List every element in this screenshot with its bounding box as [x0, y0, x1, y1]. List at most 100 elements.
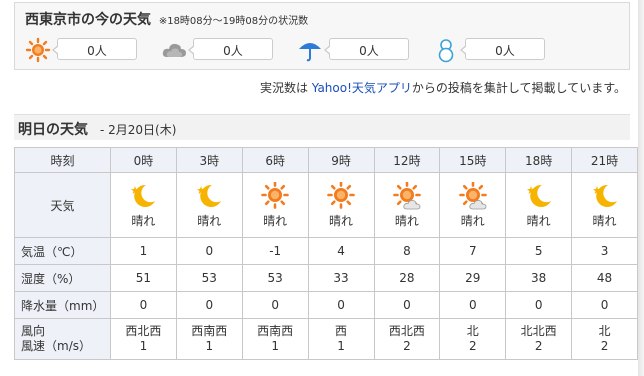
sun-icon — [25, 37, 51, 63]
weather-cell: 晴れ — [439, 172, 507, 238]
weather-label: 晴れ — [329, 213, 354, 228]
wind-speed: 1 — [337, 339, 345, 353]
wind-cell: 西南西 1 — [175, 318, 243, 360]
humidity-cell: 53 — [175, 264, 243, 292]
precip-row: 降水量（mm） 00000000 — [14, 291, 638, 319]
report-count: 0人 — [495, 44, 515, 58]
precip-cell: 0 — [307, 291, 375, 319]
humidity-cell: 33 — [307, 264, 375, 292]
wind-speed: 1 — [205, 339, 214, 353]
current-report-note: ※18時08分～19時08分の状況数 — [158, 16, 309, 27]
report-count: 0人 — [223, 44, 243, 58]
current-report-box: 西東京市の今の天気 ※18時08分～19時08分の状況数 0人 0人 0人 0人 — [14, 2, 630, 70]
tomorrow-date: - 2月20日(木) — [100, 123, 177, 137]
wind-cell: 北北西 2 — [505, 318, 573, 360]
wind-direction: 西 — [335, 324, 348, 338]
temp-cell: 0 — [175, 237, 243, 265]
wind-cell: 西北西 2 — [373, 318, 441, 360]
weather-label: 晴れ — [394, 213, 419, 228]
hour-cell: 3時 — [175, 147, 243, 173]
precip-cell: 0 — [110, 291, 177, 319]
hour-cell: 15時 — [439, 147, 507, 173]
wind-direction: 西南西 — [257, 324, 294, 338]
weather-cell: 晴れ — [241, 172, 309, 238]
row-label-wind: 風向 風速（m/s） — [14, 318, 111, 360]
moon-icon — [592, 184, 617, 207]
weather-cell: 晴れ — [373, 172, 441, 238]
humidity-cell: 38 — [505, 264, 573, 292]
hour-cell: 21時 — [571, 147, 638, 173]
time-row: 時刻 0時 3時 6時 9時 12時 15時 18時 21時 — [14, 147, 638, 173]
page-edge-shadow — [638, 0, 644, 376]
report-count-bubble: 0人 — [324, 38, 409, 60]
tomorrow-title: 明日の天気 — [18, 122, 88, 138]
humidity-cell: 48 — [571, 264, 638, 292]
wind-speed: 1 — [271, 339, 279, 353]
wind-cell: 西1 — [307, 318, 375, 360]
wind-speed: 2 — [534, 339, 543, 353]
temp-row: 気温（℃） 1 0 -1 4 8 7 5 3 — [14, 237, 638, 265]
wind-direction: 西北西 — [388, 324, 425, 338]
row-label-time: 時刻 — [14, 147, 111, 173]
report-count: 0人 — [359, 44, 379, 58]
temp-cell: 3 — [571, 237, 638, 265]
report-count-bubble: 0人 — [188, 38, 273, 60]
moon-icon — [526, 184, 551, 207]
sun-cloud-icon — [393, 181, 421, 209]
weather-row: 天気 晴れ 晴れ 晴れ 晴れ 晴れ 晴れ 晴れ 晴れ — [14, 172, 638, 238]
wind-speed: 1 — [139, 339, 148, 353]
row-label-weather: 天気 — [14, 172, 111, 238]
hour-cell: 6時 — [241, 147, 309, 173]
humidity-cell: 53 — [241, 264, 309, 292]
weather-label: 晴れ — [131, 213, 156, 228]
temp-cell: 1 — [110, 237, 177, 265]
current-report-header: 西東京市の今の天気 ※18時08分～19時08分の状況数 — [25, 9, 308, 29]
weather-label: 晴れ — [592, 213, 617, 228]
humidity-cell: 28 — [373, 264, 441, 292]
row-label-wind-dir: 風向 — [21, 324, 46, 338]
report-count: 0人 — [87, 44, 107, 58]
weather-cell: 晴れ — [571, 172, 638, 238]
hour-cell: 9時 — [307, 147, 375, 173]
wind-direction: 西北西 — [125, 324, 162, 338]
precip-cell: 0 — [241, 291, 309, 319]
wind-cell: 北2 — [571, 318, 638, 360]
weather-cell: 晴れ — [307, 172, 375, 238]
temp-cell: 7 — [439, 237, 507, 265]
umbrella-icon — [299, 43, 321, 62]
moon-icon — [197, 184, 222, 207]
snowman-icon — [438, 39, 454, 63]
precip-cell: 0 — [439, 291, 507, 319]
source-prefix: 実況数は — [259, 81, 312, 95]
sun-icon — [261, 181, 289, 209]
report-count-bubble: 0人 — [460, 38, 545, 60]
weather-label: 晴れ — [197, 213, 222, 228]
wind-speed: 2 — [600, 339, 609, 353]
wind-speed: 2 — [403, 339, 411, 353]
precip-cell: 0 — [373, 291, 441, 319]
tomorrow-header: 明日の天気 - 2月20日(木) — [14, 114, 630, 140]
hour-cell: 0時 — [110, 147, 177, 173]
weather-label: 晴れ — [526, 213, 551, 228]
weather-cell: 晴れ — [505, 172, 573, 238]
humidity-cell: 29 — [439, 264, 507, 292]
temp-cell: 8 — [373, 237, 441, 265]
precip-cell: 0 — [175, 291, 243, 319]
wind-row: 風向 風速（m/s） 西北西 1 西南西 1 西南西 1 西 1 西北西 2 北 2 北北西 2 北 2 — [14, 318, 638, 360]
humidity-cell: 51 — [110, 264, 177, 292]
weather-label: 晴れ — [460, 213, 485, 228]
wind-direction: 西南西 — [191, 324, 228, 338]
hour-cell: 18時 — [505, 147, 573, 173]
weather-cell: 晴れ — [175, 172, 243, 238]
sun-cloud-icon — [459, 181, 487, 209]
temp-cell: 4 — [307, 237, 375, 265]
weather-cell: 晴れ — [110, 172, 177, 238]
wind-cell: 西北西 1 — [110, 318, 177, 360]
wind-cell: 西南西 1 — [241, 318, 309, 360]
row-label-humidity: 湿度（%） — [14, 264, 111, 292]
cloud-icon — [162, 43, 186, 57]
forecast-table: 時刻 0時 3時 6時 9時 12時 15時 18時 21時 天気 晴れ 晴れ 晴れ 晴れ 晴れ 晴れ 晴… — [14, 147, 638, 360]
wind-cell: 北2 — [439, 318, 507, 360]
wind-direction: 北 — [598, 324, 611, 338]
yahoo-weather-app-link[interactable]: Yahoo!天気アプリ — [312, 81, 412, 95]
